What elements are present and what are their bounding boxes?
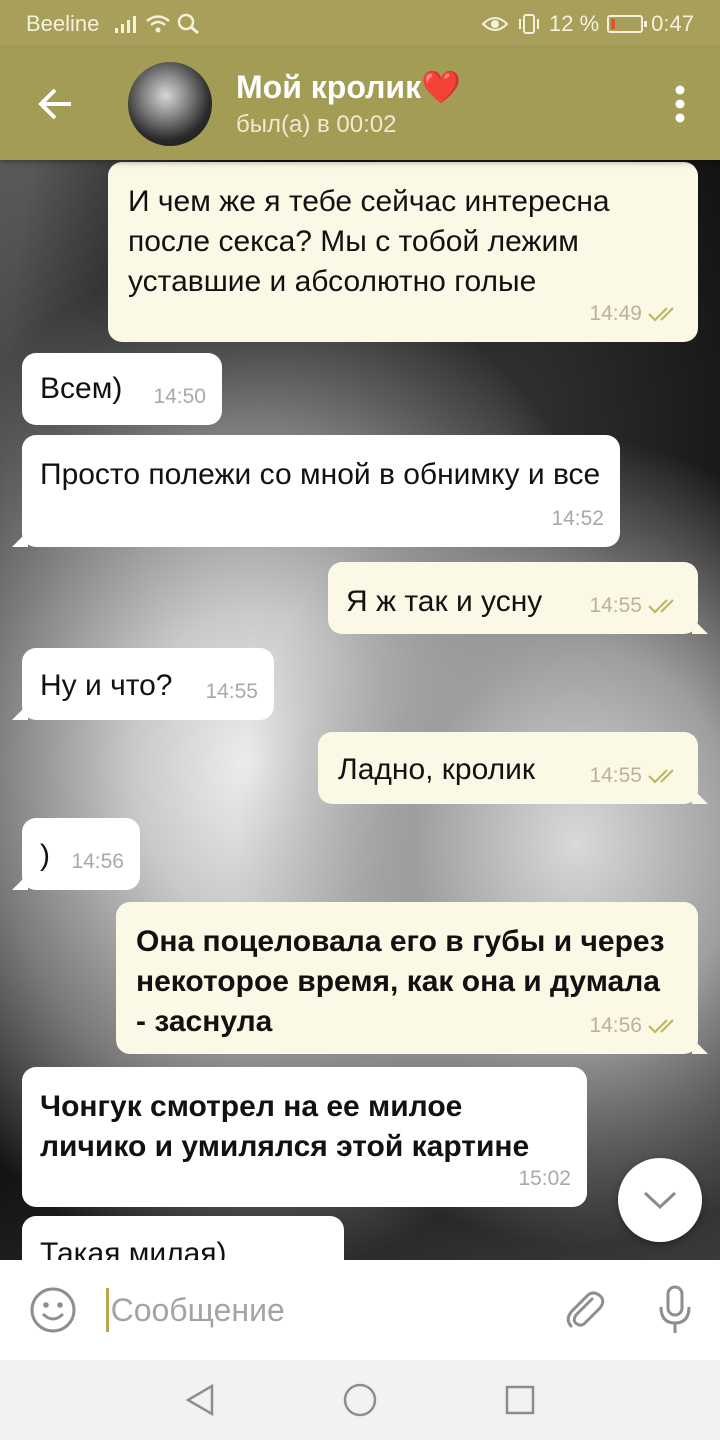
system-nav-bar	[0, 1360, 720, 1440]
circle-home-icon	[343, 1383, 377, 1417]
carrier-label: Beeline	[26, 11, 100, 36]
message-time: 14:56	[71, 850, 124, 873]
mic-button[interactable]	[630, 1260, 720, 1360]
heart-emoji: ❤️	[421, 69, 461, 105]
last-seen-status: был(а) в 00:02	[236, 111, 397, 138]
message-time: 14:55	[589, 594, 642, 617]
message-text: Чонгук смотрел на ее милое личико и умил…	[40, 1090, 530, 1163]
more-menu-button[interactable]	[640, 48, 720, 160]
message-bubble-incoming[interactable]: ) 14:56	[12, 818, 140, 890]
message-time: 14:55	[589, 764, 642, 787]
message-bubble-incoming[interactable]: Такая милая)	[22, 1216, 344, 1260]
vibrate-icon	[519, 14, 540, 34]
message-bubble-incoming[interactable]: Всем) 14:50	[22, 353, 222, 425]
chat-title-block[interactable]: Мой кролик❤️ был(а) в 00:02	[236, 67, 461, 141]
nav-back-button[interactable]	[175, 1375, 225, 1425]
text-cursor	[105, 1288, 109, 1332]
chat-header: Мой кролик❤️ был(а) в 00:02	[0, 48, 720, 160]
double-check-icon	[648, 307, 674, 322]
double-check-icon	[648, 1019, 674, 1034]
more-vertical-icon	[675, 85, 685, 123]
status-bar: Beeline 12 % 0:47	[0, 0, 720, 48]
chat-area[interactable]: И чем же я тебе сейчас интересна после с…	[0, 160, 720, 1260]
attach-button[interactable]	[551, 1260, 621, 1360]
wifi-icon	[146, 15, 171, 33]
triangle-back-icon	[185, 1383, 214, 1417]
eye-icon	[481, 17, 509, 31]
arrow-left-icon	[38, 88, 71, 120]
chat-title: Мой кролик❤️	[236, 67, 461, 107]
smile-icon	[30, 1287, 76, 1333]
message-bubble-outgoing[interactable]: Я ж так и усну 14:55	[328, 562, 708, 634]
clock: 0:47	[651, 11, 694, 36]
message-time: 14:50	[153, 385, 206, 408]
message-input[interactable]	[110, 1291, 531, 1329]
nav-recents-button[interactable]	[495, 1375, 545, 1425]
avatar[interactable]	[128, 62, 212, 146]
nav-home-button[interactable]	[335, 1375, 385, 1425]
message-text: Такая милая)	[40, 1237, 227, 1260]
message-time: 14:49	[589, 302, 642, 325]
microphone-icon	[659, 1285, 691, 1333]
message-bubble-incoming[interactable]: Чонгук смотрел на ее милое личико и умил…	[22, 1067, 587, 1207]
signal-icon	[115, 16, 137, 33]
emoji-button[interactable]	[0, 1260, 106, 1360]
chevron-down-icon	[643, 1191, 677, 1210]
message-time: 14:56	[589, 1014, 642, 1037]
battery-icon	[607, 15, 648, 33]
message-time: 15:02	[518, 1167, 571, 1190]
message-bubble-incoming[interactable]: Ну и что? 14:55	[12, 648, 274, 720]
double-check-icon	[648, 599, 674, 614]
battery-percent: 12 %	[549, 11, 600, 36]
message-bubble-outgoing[interactable]: Ладно, кролик 14:55	[318, 732, 708, 804]
scroll-down-button[interactable]	[618, 1158, 702, 1242]
message-bubble-outgoing[interactable]: И чем же я тебе сейчас интересна после с…	[108, 162, 698, 342]
square-recents-icon	[505, 1385, 535, 1415]
double-check-icon	[648, 769, 674, 784]
message-time: 14:52	[551, 507, 604, 530]
paperclip-icon	[567, 1291, 605, 1328]
search-icon	[178, 13, 200, 35]
message-text: И чем же я тебе сейчас интересна после с…	[128, 185, 610, 298]
chat-title-text: Мой кролик	[236, 69, 422, 105]
message-time: 14:55	[205, 680, 258, 703]
message-bubble-outgoing[interactable]: Она поцеловала его в губы и через некото…	[116, 902, 708, 1054]
message-text: Просто полежи со мной в обнимку и все	[40, 458, 601, 491]
composer-bar	[0, 1260, 720, 1360]
message-bubble-incoming[interactable]: Просто полежи со мной в обнимку и все 14…	[12, 435, 620, 547]
back-button[interactable]	[0, 48, 110, 160]
